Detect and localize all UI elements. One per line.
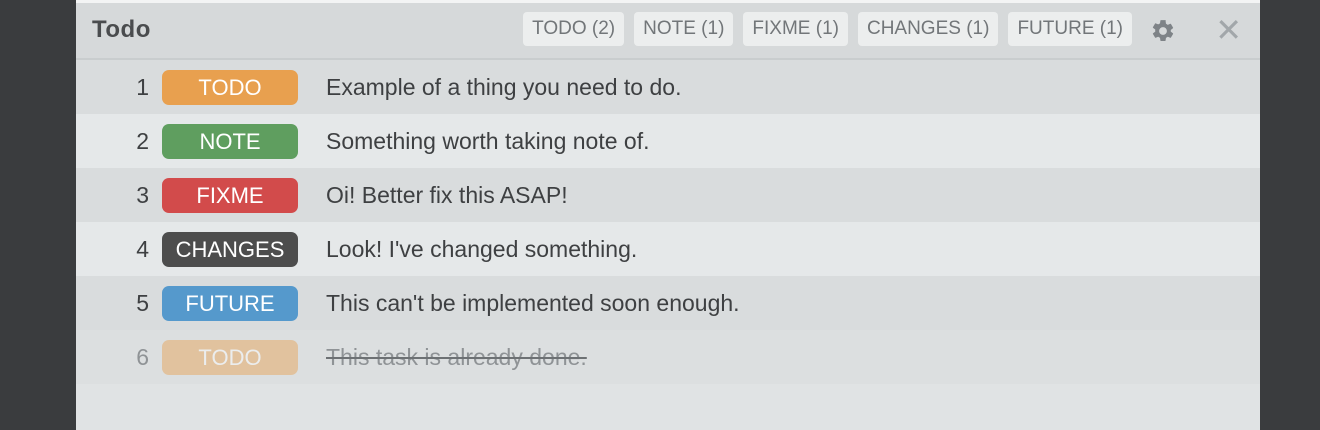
tag-badge: TODO (162, 340, 298, 375)
todo-row[interactable]: 5 FUTURE This can't be implemented soon … (76, 276, 1260, 330)
line-number: 5 (136, 290, 149, 316)
todo-panel: Todo TODO (2) NOTE (1) FIXME (1) CHANGES… (76, 0, 1260, 430)
line-number: 4 (136, 236, 149, 262)
todo-text: This can't be implemented soon enough. (326, 290, 740, 316)
tag-badge: NOTE (162, 124, 298, 159)
filter-fixme-button[interactable]: FIXME (1) (743, 12, 848, 46)
todo-list: 1 TODO Example of a thing you need to do… (76, 60, 1260, 384)
panel-header: Todo TODO (2) NOTE (1) FIXME (1) CHANGES… (76, 3, 1260, 60)
filter-todo-button[interactable]: TODO (2) (523, 12, 625, 46)
todo-text: Example of a thing you need to do. (326, 74, 682, 100)
close-icon[interactable]: ✕ (1215, 13, 1242, 47)
line-number: 2 (136, 128, 149, 154)
tag-badge: FIXME (162, 178, 298, 213)
todo-text: Something worth taking note of. (326, 128, 650, 154)
filter-bar: TODO (2) NOTE (1) FIXME (1) CHANGES (1) … (523, 12, 1132, 46)
todo-row[interactable]: 1 TODO Example of a thing you need to do… (76, 60, 1260, 114)
line-number: 3 (136, 182, 149, 208)
todo-text: Oi! Better fix this ASAP! (326, 182, 568, 208)
tag-badge: FUTURE (162, 286, 298, 321)
filter-future-button[interactable]: FUTURE (1) (1008, 12, 1132, 46)
todo-row-done[interactable]: 6 TODO This task is already done. (76, 330, 1260, 384)
gear-icon[interactable] (1150, 18, 1176, 44)
todo-text: This task is already done. (326, 344, 587, 370)
todo-row[interactable]: 2 NOTE Something worth taking note of. (76, 114, 1260, 168)
tag-badge: CHANGES (162, 232, 298, 267)
tag-badge: TODO (162, 70, 298, 105)
filter-changes-button[interactable]: CHANGES (1) (857, 12, 999, 46)
todo-row[interactable]: 3 FIXME Oi! Better fix this ASAP! (76, 168, 1260, 222)
line-number: 6 (136, 344, 149, 370)
panel-title: Todo (92, 16, 151, 43)
line-number: 1 (136, 74, 149, 100)
todo-text: Look! I've changed something. (326, 236, 638, 262)
filter-note-button[interactable]: NOTE (1) (634, 12, 734, 46)
todo-row[interactable]: 4 CHANGES Look! I've changed something. (76, 222, 1260, 276)
